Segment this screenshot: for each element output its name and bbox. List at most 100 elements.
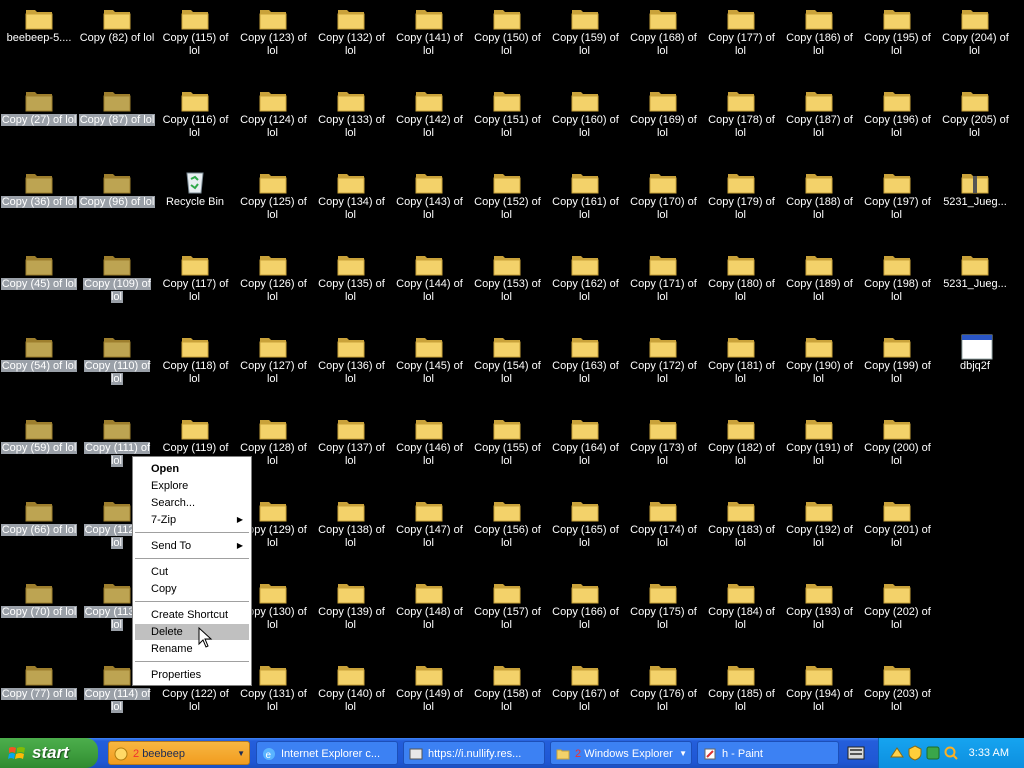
desktop-icon[interactable]: Copy (118) of lol: [156, 328, 234, 410]
desktop-icon[interactable]: Copy (137) of lol: [312, 410, 390, 492]
desktop-icon[interactable]: Copy (77) of lol: [0, 656, 78, 738]
desktop-icon[interactable]: Copy (203) of lol: [858, 656, 936, 738]
desktop-icon[interactable]: Copy (123) of lol: [234, 0, 312, 82]
desktop-icon[interactable]: Copy (187) of lol: [780, 82, 858, 164]
desktop-icon[interactable]: 5231_Jueg...: [936, 164, 1014, 246]
network-icon[interactable]: [889, 745, 905, 761]
desktop-icon[interactable]: Copy (143) of lol: [390, 164, 468, 246]
desktop-icon[interactable]: Copy (133) of lol: [312, 82, 390, 164]
desktop-icon[interactable]: Copy (45) of lol: [0, 246, 78, 328]
desktop-icon[interactable]: Copy (160) of lol: [546, 82, 624, 164]
clock[interactable]: 3:33 AM: [969, 738, 1009, 768]
desktop-icon[interactable]: Copy (190) of lol: [780, 328, 858, 410]
desktop-icon[interactable]: Copy (70) of lol: [0, 574, 78, 656]
menu-item-rename[interactable]: Rename: [135, 641, 249, 657]
desktop-icon[interactable]: Copy (182) of lol: [702, 410, 780, 492]
desktop-icon[interactable]: Copy (126) of lol: [234, 246, 312, 328]
desktop-icon[interactable]: Copy (87) of lol: [78, 82, 156, 164]
security-shield-icon[interactable]: [907, 745, 923, 761]
desktop-icon[interactable]: Copy (125) of lol: [234, 164, 312, 246]
task-internet-explorer[interactable]: e Internet Explorer c...: [256, 741, 398, 765]
desktop-icon[interactable]: Copy (176) of lol: [624, 656, 702, 738]
desktop-icon[interactable]: Copy (178) of lol: [702, 82, 780, 164]
desktop-icon[interactable]: Copy (179) of lol: [702, 164, 780, 246]
desktop-icon[interactable]: Copy (147) of lol: [390, 492, 468, 574]
show-desktop-icon[interactable]: [846, 744, 866, 762]
desktop-icon[interactable]: Copy (110) of lol: [78, 328, 156, 410]
desktop-icon[interactable]: Copy (180) of lol: [702, 246, 780, 328]
menu-item-send-to[interactable]: Send To ▶: [135, 538, 249, 554]
desktop-icon[interactable]: Copy (132) of lol: [312, 0, 390, 82]
search-icon[interactable]: [943, 745, 959, 761]
desktop-icon[interactable]: Copy (154) of lol: [468, 328, 546, 410]
desktop-icon[interactable]: Copy (36) of lol: [0, 164, 78, 246]
desktop-icon[interactable]: Copy (142) of lol: [390, 82, 468, 164]
desktop-icon[interactable]: Copy (138) of lol: [312, 492, 390, 574]
desktop-icon[interactable]: Copy (205) of lol: [936, 82, 1014, 164]
desktop-icon[interactable]: Copy (117) of lol: [156, 246, 234, 328]
desktop-icon[interactable]: Copy (96) of lol: [78, 164, 156, 246]
menu-item-properties[interactable]: Properties: [135, 667, 249, 683]
desktop-icon[interactable]: Copy (183) of lol: [702, 492, 780, 574]
desktop-icon[interactable]: Copy (166) of lol: [546, 574, 624, 656]
menu-item-copy[interactable]: Copy: [135, 581, 249, 597]
desktop-icon[interactable]: Copy (116) of lol: [156, 82, 234, 164]
desktop-icon[interactable]: Copy (155) of lol: [468, 410, 546, 492]
antivirus-icon[interactable]: [925, 745, 941, 761]
desktop-icon[interactable]: Copy (177) of lol: [702, 0, 780, 82]
desktop-icon[interactable]: Copy (136) of lol: [312, 328, 390, 410]
desktop-icon[interactable]: Copy (181) of lol: [702, 328, 780, 410]
desktop-icon[interactable]: Copy (162) of lol: [546, 246, 624, 328]
desktop-icon[interactable]: Copy (124) of lol: [234, 82, 312, 164]
task-beebeep[interactable]: 2 beebeep ▼: [108, 741, 250, 765]
desktop-icon[interactable]: Copy (200) of lol: [858, 410, 936, 492]
desktop-icon[interactable]: Copy (159) of lol: [546, 0, 624, 82]
desktop-icon[interactable]: Copy (175) of lol: [624, 574, 702, 656]
desktop-icon[interactable]: beebeep-5....: [0, 0, 78, 82]
task-nullify[interactable]: https://i.nullify.res...: [403, 741, 545, 765]
desktop-icon[interactable]: Copy (165) of lol: [546, 492, 624, 574]
menu-item-delete[interactable]: Delete: [135, 624, 249, 640]
desktop-icon[interactable]: Copy (150) of lol: [468, 0, 546, 82]
desktop-icon[interactable]: Copy (141) of lol: [390, 0, 468, 82]
desktop-icon[interactable]: Copy (148) of lol: [390, 574, 468, 656]
desktop-icon[interactable]: Copy (158) of lol: [468, 656, 546, 738]
menu-item-7zip[interactable]: 7-Zip ▶: [135, 512, 249, 528]
desktop-icon[interactable]: Copy (184) of lol: [702, 574, 780, 656]
desktop-icon[interactable]: Copy (168) of lol: [624, 0, 702, 82]
desktop-icon[interactable]: Copy (194) of lol: [780, 656, 858, 738]
desktop-icon[interactable]: Copy (170) of lol: [624, 164, 702, 246]
desktop-icon[interactable]: Copy (144) of lol: [390, 246, 468, 328]
desktop-icon[interactable]: Copy (199) of lol: [858, 328, 936, 410]
desktop-icon[interactable]: Copy (115) of lol: [156, 0, 234, 82]
desktop-icon[interactable]: Copy (193) of lol: [780, 574, 858, 656]
desktop-icon[interactable]: Copy (151) of lol: [468, 82, 546, 164]
desktop-icon[interactable]: Copy (66) of lol: [0, 492, 78, 574]
desktop-icon[interactable]: Copy (201) of lol: [858, 492, 936, 574]
desktop-icon[interactable]: Copy (163) of lol: [546, 328, 624, 410]
recycle-bin[interactable]: Recycle Bin: [156, 164, 234, 246]
menu-item-explore[interactable]: Explore: [135, 478, 249, 494]
desktop-icon[interactable]: Copy (173) of lol: [624, 410, 702, 492]
desktop-icon[interactable]: Copy (153) of lol: [468, 246, 546, 328]
desktop-icon[interactable]: Copy (197) of lol: [858, 164, 936, 246]
desktop-icon[interactable]: Copy (167) of lol: [546, 656, 624, 738]
desktop-icon[interactable]: Copy (161) of lol: [546, 164, 624, 246]
desktop-icon[interactable]: Copy (156) of lol: [468, 492, 546, 574]
start-button[interactable]: start: [0, 738, 98, 768]
desktop-icon[interactable]: Copy (174) of lol: [624, 492, 702, 574]
desktop-icon[interactable]: Copy (191) of lol: [780, 410, 858, 492]
desktop-icon[interactable]: Copy (134) of lol: [312, 164, 390, 246]
desktop-icon[interactable]: Copy (146) of lol: [390, 410, 468, 492]
desktop-icon[interactable]: Copy (140) of lol: [312, 656, 390, 738]
desktop-icon[interactable]: Copy (145) of lol: [390, 328, 468, 410]
desktop-icon[interactable]: dbjq2f: [936, 328, 1014, 410]
desktop-icon[interactable]: Copy (204) of lol: [936, 0, 1014, 82]
desktop-icon[interactable]: Copy (186) of lol: [780, 0, 858, 82]
desktop-icon[interactable]: Copy (185) of lol: [702, 656, 780, 738]
desktop-icon[interactable]: Copy (192) of lol: [780, 492, 858, 574]
desktop-icon[interactable]: Copy (198) of lol: [858, 246, 936, 328]
task-paint[interactable]: h - Paint: [697, 741, 839, 765]
menu-item-search[interactable]: Search...: [135, 495, 249, 511]
desktop-icon[interactable]: Copy (196) of lol: [858, 82, 936, 164]
